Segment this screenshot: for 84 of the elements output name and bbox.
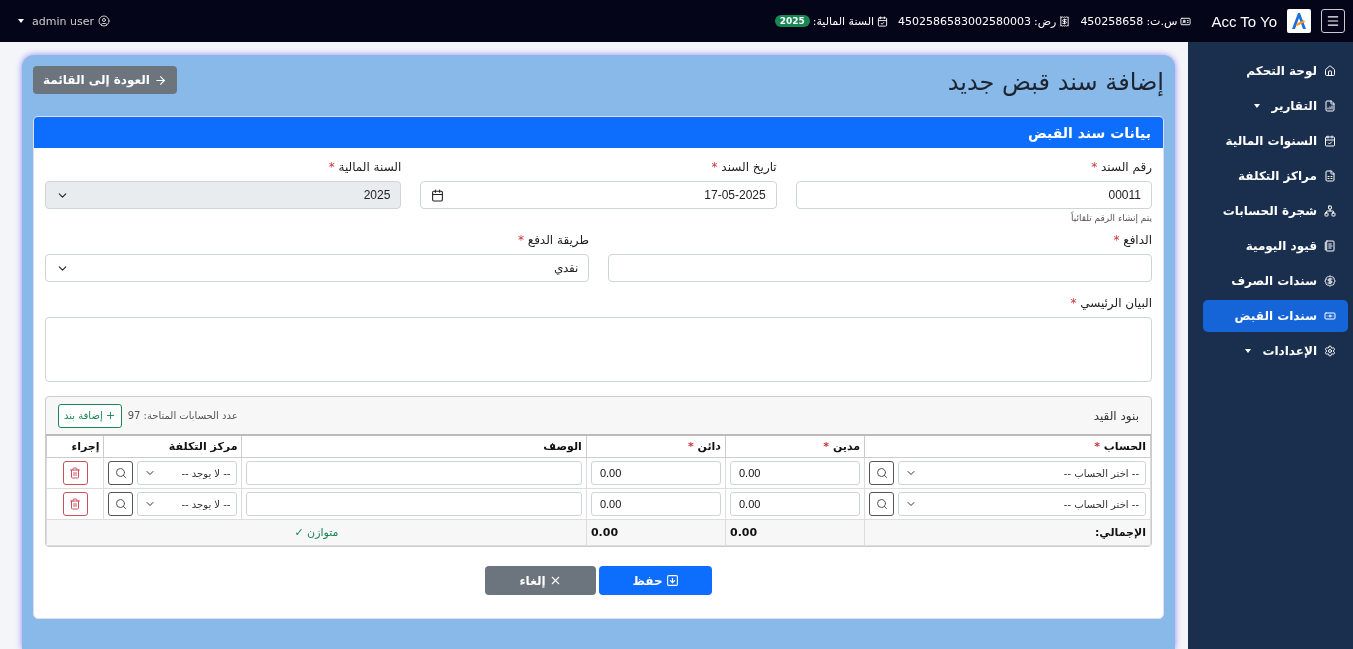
money-icon	[1324, 275, 1336, 287]
total-debit: 0.00	[725, 519, 865, 546]
textarea-field[interactable]	[45, 317, 1152, 382]
accounts-count: عدد الحسابات المتاحة: 97	[127, 410, 238, 421]
sidebar-item[interactable]: قيود اليومية	[1203, 230, 1348, 262]
banknote-icon	[1324, 310, 1336, 322]
delete-button[interactable]	[62, 461, 88, 485]
brand-name: Acc To Yo	[1211, 12, 1277, 30]
field-label: الدافع *	[1112, 233, 1152, 247]
text-field[interactable]: 00011	[795, 181, 1152, 209]
credit-field[interactable]: 0.00	[590, 461, 721, 485]
field-label: السنة المالية *	[327, 160, 402, 174]
sidebar-item[interactable]: مراكز التكلفة	[1203, 160, 1348, 192]
date-field[interactable]: 17-05-2025	[420, 181, 777, 209]
sidebar-item[interactable]: الإعدادات	[1203, 335, 1348, 367]
calendar-icon	[877, 15, 889, 27]
info-value: 450258658	[1080, 14, 1144, 28]
notebook-icon	[1324, 240, 1336, 252]
receipt-icon	[1059, 15, 1071, 27]
report-icon	[1324, 100, 1336, 112]
sidebar-item[interactable]: السنوات المالية	[1203, 125, 1348, 157]
search-button[interactable]	[869, 492, 895, 516]
delete-button[interactable]	[62, 492, 88, 516]
year-badge: 2025	[774, 15, 810, 27]
field-label: رقم السند *	[1090, 160, 1152, 174]
total-label: الإجمالي:	[864, 519, 1151, 546]
save-button[interactable]: حفظ	[599, 566, 712, 595]
plus-icon	[104, 410, 116, 421]
add-line-button[interactable]: إضافة بند	[58, 403, 122, 428]
search-icon	[114, 498, 127, 510]
account-select[interactable]: -- اختر الحساب --	[898, 492, 1146, 516]
select-field[interactable]: نقدي	[45, 254, 589, 282]
trash-icon	[69, 467, 82, 479]
sidebar-item[interactable]: سندات الصرف	[1203, 265, 1348, 297]
back-button[interactable]: العودة إلى القائمة	[33, 66, 177, 94]
field-label: البيان الرئيسي *	[1069, 296, 1152, 310]
debit-field[interactable]: 0.00	[730, 492, 861, 516]
cost-center-select[interactable]: -- لا يوجد --	[137, 461, 238, 485]
info-label: السنة المالية:	[812, 14, 875, 28]
tree-icon	[1324, 205, 1336, 217]
field-label: طريقة الدفع *	[516, 233, 589, 247]
sidebar-item[interactable]: سندات القبض	[1203, 300, 1348, 332]
search-button[interactable]	[869, 461, 895, 485]
settings-icon	[1324, 345, 1336, 357]
search-icon	[875, 498, 888, 510]
user-menu[interactable]: admin user	[12, 13, 116, 29]
total-credit: 0.00	[586, 519, 726, 546]
balance-status: متوازن ✓	[46, 519, 587, 546]
account-select[interactable]: -- اختر الحساب --	[898, 461, 1146, 485]
sidebar-item[interactable]: لوحة التحكم	[1203, 55, 1348, 87]
caret-icon	[18, 19, 24, 23]
sidebar-item[interactable]: التقارير	[1203, 90, 1348, 122]
search-button[interactable]	[108, 492, 134, 516]
text-field[interactable]	[608, 254, 1152, 282]
spreadsheet-icon	[1324, 170, 1336, 182]
cancel-button[interactable]: إلغاء	[485, 566, 596, 595]
cost-center-select[interactable]: -- لا يوجد --	[137, 492, 238, 516]
section-title: بنود القيد	[1093, 408, 1139, 423]
search-icon	[875, 467, 888, 479]
info-label: س.ت:	[1146, 14, 1178, 28]
debit-field[interactable]: 0.00	[730, 461, 861, 485]
arrow-icon	[153, 73, 167, 87]
info-value: 4502586583002580003	[898, 14, 1032, 28]
home-icon	[1324, 65, 1336, 77]
field-label: تاريخ السند *	[710, 160, 777, 174]
user-icon	[97, 15, 110, 27]
save-icon	[665, 574, 679, 587]
sidebar-item[interactable]: شجرة الحسابات	[1203, 195, 1348, 227]
search-button[interactable]	[108, 461, 134, 485]
id-card-icon	[1180, 15, 1192, 27]
calendar-icon	[431, 188, 445, 202]
description-field[interactable]	[246, 461, 582, 485]
menu-button[interactable]	[1321, 9, 1345, 33]
description-field[interactable]	[246, 492, 582, 516]
menu-icon	[1326, 14, 1340, 28]
help-text: يتم إنشاء الرقم تلقائياً	[1069, 213, 1152, 223]
credit-field[interactable]: 0.00	[590, 492, 721, 516]
logo-icon	[1287, 9, 1311, 33]
search-icon	[114, 467, 127, 479]
calendar-icon	[1324, 135, 1336, 147]
page-title: إضافة سند قبض جديد	[947, 68, 1164, 96]
trash-icon	[69, 498, 82, 510]
card-header: بيانات سند القبض	[34, 117, 1163, 148]
info-label: رض:	[1034, 14, 1057, 28]
